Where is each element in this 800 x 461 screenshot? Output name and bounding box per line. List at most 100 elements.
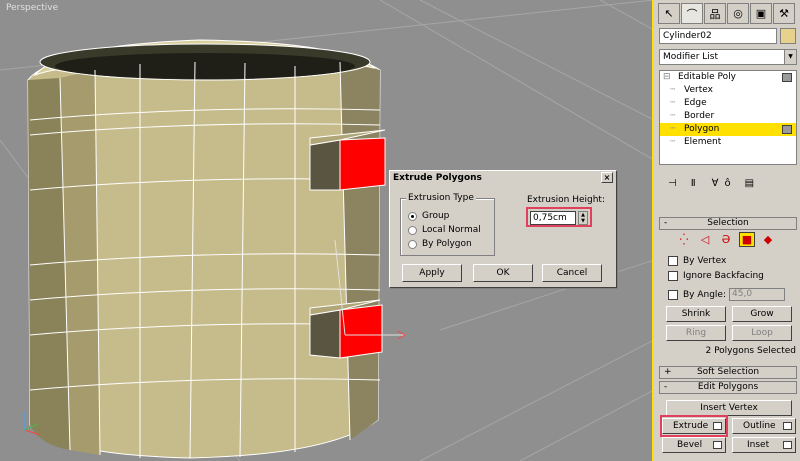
stack-item-label: Element — [684, 137, 722, 147]
radio-by-polygon-label: By Polygon — [422, 239, 472, 249]
radio-by-polygon[interactable]: By Polygon — [408, 239, 472, 249]
modifier-list-label: Modifier List — [663, 52, 718, 62]
stack-item-label: Vertex — [684, 85, 713, 95]
hierarchy-tab-icon[interactable]: 品 — [704, 3, 726, 24]
viewport[interactable]: Perspective Extrude Polygons × Extrusion… — [0, 0, 654, 461]
shrink-button[interactable]: Shrink — [666, 306, 726, 322]
motion-tab-icon[interactable]: ◎ — [727, 3, 749, 24]
radio-local-normal-label: Local Normal — [422, 225, 481, 235]
viewport-label[interactable]: Perspective — [6, 3, 58, 13]
stack-item-editable-poly[interactable]: ⊟ Editable Poly — [660, 71, 796, 84]
ring-button[interactable]: Ring — [666, 325, 726, 341]
display-tab-icon[interactable]: ▣ — [750, 3, 772, 24]
edge-level-icon[interactable]: ◁ — [697, 232, 713, 247]
angle-input[interactable]: 45,0 — [729, 288, 786, 301]
checkbox-box[interactable] — [668, 256, 678, 266]
by-vertex-checkbox[interactable]: By Vertex — [668, 256, 726, 266]
cancel-button[interactable]: Cancel — [542, 264, 602, 282]
tree-line-icon: ┄ — [670, 124, 676, 134]
stack-item-edge[interactable]: ┄ Edge — [660, 97, 796, 110]
stack-item-vertex[interactable]: ┄ Vertex — [660, 84, 796, 97]
modifier-stack: ⊟ Editable Poly ┄ Vertex ┄ Edge ┄ Border… — [659, 70, 797, 165]
border-level-icon[interactable]: Ә — [718, 232, 734, 247]
vertex-level-icon[interactable]: ⁛ — [676, 232, 692, 247]
stack-item-element[interactable]: ┄ Element — [660, 136, 796, 149]
radio-button[interactable] — [408, 211, 417, 221]
checkbox-box[interactable] — [668, 289, 678, 300]
selection-title: Selection — [707, 218, 749, 228]
extrusion-height-label: Extrusion Height: — [527, 195, 605, 205]
object-name-field[interactable]: Cylinder02 — [659, 28, 777, 44]
modifier-toggle-icon[interactable] — [782, 73, 792, 82]
radio-button[interactable] — [408, 239, 417, 249]
outline-label: Outline — [743, 421, 776, 431]
show-end-result-icon[interactable]: Ⅱ — [691, 178, 696, 194]
by-vertex-label: By Vertex — [683, 256, 727, 266]
bevel-button[interactable]: Bevel — [662, 437, 726, 453]
spinner-arrows-icon[interactable]: ▲ ▼ — [578, 211, 588, 225]
by-angle-label: By Angle: — [683, 289, 727, 300]
tree-line-icon: ┄ — [670, 98, 676, 108]
extrusion-height-input[interactable]: 0,75cm — [530, 211, 576, 225]
stack-item-label: Editable Poly — [678, 72, 736, 82]
extruded-face-bottom[interactable] — [309, 299, 383, 359]
edit-polygons-title: Edit Polygons — [697, 382, 759, 392]
collapse-sign: - — [664, 218, 668, 228]
checkbox-box[interactable] — [668, 271, 678, 281]
create-tab-icon[interactable]: ↖ — [658, 3, 680, 24]
command-panel: ↖ ⌒ 品 ◎ ▣ ⚒ Cylinder02 Modifier List ▼ ⊟… — [656, 0, 800, 461]
element-level-icon[interactable]: ◆ — [760, 232, 776, 247]
stack-item-label: Edge — [684, 98, 707, 108]
edit-polygons-rollout-header[interactable]: - Edit Polygons — [659, 381, 797, 394]
soft-selection-rollout-header[interactable]: + Soft Selection — [659, 366, 797, 379]
dialog-title: Extrude Polygons — [393, 173, 482, 183]
settings-icon[interactable] — [713, 441, 722, 449]
outline-button[interactable]: Outline — [732, 418, 796, 434]
pin-stack-icon[interactable]: ⊣ — [668, 178, 677, 194]
inset-label: Inset — [747, 440, 770, 450]
radio-button[interactable] — [408, 225, 417, 235]
extrusion-height-callout: 0,75cm ▲ ▼ — [526, 207, 592, 227]
ok-button[interactable]: OK — [473, 264, 533, 282]
cylinder-mesh[interactable] — [27, 39, 381, 459]
settings-icon[interactable] — [783, 422, 792, 430]
settings-icon[interactable] — [783, 441, 792, 449]
tree-line-icon: ┄ — [670, 85, 676, 95]
radio-local-normal[interactable]: Local Normal — [408, 225, 481, 235]
by-angle-checkbox[interactable]: By Angle: 45,0 — [668, 288, 786, 301]
stack-item-border[interactable]: ┄ Border — [660, 110, 796, 123]
expand-sign: + — [664, 367, 672, 377]
soft-selection-title: Soft Selection — [696, 367, 760, 377]
object-color-swatch[interactable] — [780, 28, 796, 44]
stack-item-label: Polygon — [684, 124, 720, 134]
extrusion-type-label: Extrusion Type — [406, 193, 476, 203]
collapse-icon[interactable]: ⊟ — [663, 71, 671, 84]
insert-vertex-button[interactable]: Insert Vertex — [666, 400, 792, 416]
ignore-backfacing-checkbox[interactable]: Ignore Backfacing — [668, 271, 764, 281]
selection-rollout-header[interactable]: - Selection — [659, 217, 797, 230]
close-button[interactable]: × — [601, 172, 613, 183]
stack-item-polygon[interactable]: ┄ Polygon — [660, 123, 796, 136]
subobject-indicator-icon — [782, 125, 792, 134]
modify-tab-icon[interactable]: ⌒ — [681, 3, 703, 24]
inset-button[interactable]: Inset — [732, 437, 796, 453]
modifier-list-dropdown[interactable]: Modifier List ▼ — [659, 49, 797, 65]
radio-group-label: Group — [422, 211, 450, 221]
configure-sets-icon[interactable]: ▤ — [745, 178, 754, 194]
loop-button[interactable]: Loop — [732, 325, 792, 341]
panel-tabs: ↖ ⌒ 品 ◎ ▣ ⚒ — [656, 0, 800, 26]
selection-status: 2 Polygons Selected — [705, 346, 796, 356]
dialog-titlebar[interactable]: Extrude Polygons × — [390, 171, 616, 185]
subobject-level-icons: ⁛ ◁ Ә ■ ◆ — [676, 232, 776, 247]
utilities-tab-icon[interactable]: ⚒ — [773, 3, 795, 24]
remove-modifier-icon[interactable]: ô — [724, 178, 730, 194]
collapse-sign: - — [664, 382, 668, 392]
tree-line-icon: ┄ — [670, 137, 676, 147]
make-unique-icon[interactable]: ∀ — [712, 178, 719, 194]
grow-button[interactable]: Grow — [732, 306, 792, 322]
chevron-down-icon[interactable]: ▼ — [784, 50, 796, 64]
polygon-level-icon[interactable]: ■ — [739, 232, 755, 247]
apply-button[interactable]: Apply — [402, 264, 462, 282]
stack-toolbar: ⊣ Ⅱ ∀ ô ▤ — [660, 178, 796, 194]
radio-group[interactable]: Group — [408, 211, 449, 221]
